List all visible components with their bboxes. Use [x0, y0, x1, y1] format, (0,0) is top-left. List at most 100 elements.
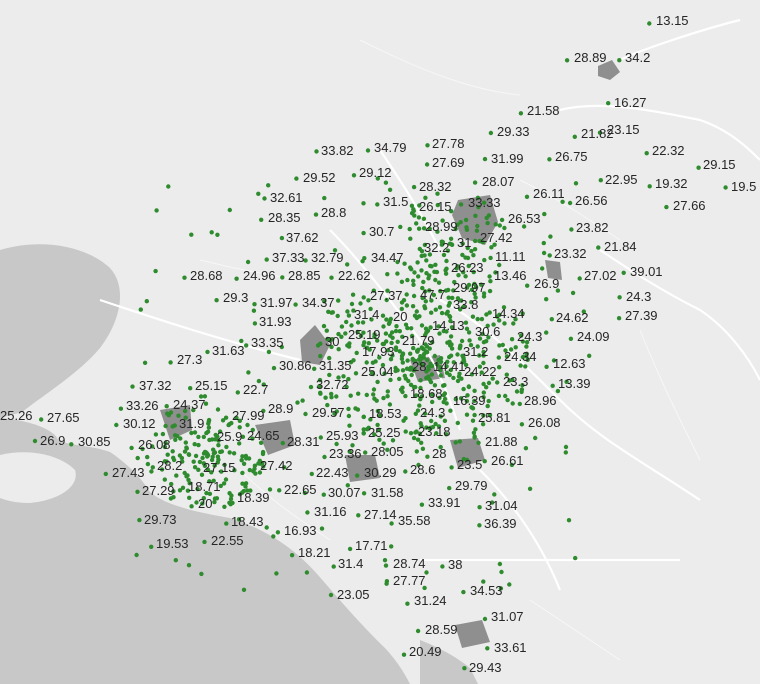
- observation-marker[interactable]: [544, 364, 549, 369]
- observation-marker[interactable]: [215, 407, 221, 412]
- observation-marker[interactable]: [361, 201, 366, 206]
- observation-marker[interactable]: [485, 646, 490, 651]
- observation-marker[interactable]: [598, 178, 603, 183]
- observation-marker[interactable]: [433, 307, 438, 312]
- observation-marker[interactable]: [173, 437, 178, 442]
- observation-marker[interactable]: [464, 412, 470, 417]
- observation-marker[interactable]: [644, 151, 649, 156]
- observation-marker[interactable]: [500, 342, 505, 348]
- observation-marker[interactable]: [541, 240, 546, 246]
- observation-marker[interactable]: [183, 440, 188, 445]
- observation-marker[interactable]: [424, 271, 429, 276]
- observation-marker[interactable]: [220, 418, 226, 423]
- observation-marker[interactable]: [409, 211, 415, 216]
- observation-marker[interactable]: [524, 194, 530, 199]
- observation-marker[interactable]: [416, 215, 422, 220]
- observation-marker[interactable]: [527, 486, 533, 491]
- observation-marker[interactable]: [664, 204, 669, 210]
- observation-marker[interactable]: [361, 491, 367, 496]
- observation-marker[interactable]: [549, 317, 554, 322]
- observation-marker[interactable]: [346, 313, 352, 318]
- observation-marker[interactable]: [479, 316, 485, 322]
- observation-marker[interactable]: [471, 253, 476, 258]
- observation-marker[interactable]: [616, 316, 622, 321]
- observation-marker[interactable]: [346, 413, 352, 419]
- observation-marker[interactable]: [432, 269, 437, 274]
- observation-marker[interactable]: [412, 270, 417, 275]
- observation-marker[interactable]: [404, 292, 409, 297]
- observation-marker[interactable]: [509, 337, 515, 342]
- observation-marker[interactable]: [244, 343, 249, 348]
- observation-marker[interactable]: [488, 279, 493, 284]
- observation-marker[interactable]: [497, 223, 502, 228]
- observation-marker[interactable]: [408, 351, 413, 356]
- observation-marker[interactable]: [271, 534, 276, 539]
- observation-marker[interactable]: [407, 226, 412, 232]
- observation-marker[interactable]: [277, 488, 282, 493]
- observation-marker[interactable]: [564, 58, 570, 63]
- observation-marker[interactable]: [206, 425, 212, 430]
- observation-marker[interactable]: [322, 195, 327, 201]
- observation-marker[interactable]: [544, 297, 549, 302]
- observation-marker[interactable]: [383, 180, 389, 185]
- observation-marker[interactable]: [280, 275, 285, 280]
- observation-marker[interactable]: [448, 334, 454, 339]
- observation-marker[interactable]: [444, 258, 449, 264]
- observation-marker[interactable]: [381, 395, 386, 401]
- observation-marker[interactable]: [385, 394, 390, 399]
- observation-marker[interactable]: [484, 385, 489, 390]
- observation-marker[interactable]: [449, 465, 454, 470]
- observation-marker[interactable]: [458, 202, 464, 207]
- map-view[interactable]: 13.15 28.89 34.2 16.27 21.58 29.33 21.82 23.15 3…: [0, 0, 760, 684]
- observation-marker[interactable]: [493, 222, 498, 227]
- observation-marker[interactable]: [395, 339, 400, 344]
- observation-marker[interactable]: [193, 453, 199, 459]
- observation-marker[interactable]: [323, 395, 328, 400]
- observation-marker[interactable]: [182, 275, 187, 280]
- observation-marker[interactable]: [334, 394, 339, 399]
- observation-marker[interactable]: [415, 260, 420, 265]
- observation-marker[interactable]: [567, 200, 573, 206]
- observation-marker[interactable]: [162, 477, 167, 482]
- observation-marker[interactable]: [428, 379, 434, 385]
- observation-marker[interactable]: [403, 429, 408, 434]
- observation-marker[interactable]: [426, 276, 431, 281]
- observation-marker[interactable]: [32, 438, 38, 444]
- observation-marker[interactable]: [503, 393, 508, 399]
- observation-marker[interactable]: [419, 268, 424, 273]
- observation-marker[interactable]: [421, 279, 426, 285]
- observation-marker[interactable]: [496, 355, 501, 360]
- observation-marker[interactable]: [241, 587, 247, 592]
- observation-marker[interactable]: [409, 326, 414, 331]
- observation-marker[interactable]: [245, 259, 251, 265]
- observation-marker[interactable]: [69, 442, 74, 447]
- observation-marker[interactable]: [405, 277, 410, 283]
- observation-marker[interactable]: [170, 449, 175, 454]
- observation-marker[interactable]: [514, 389, 520, 394]
- observation-marker[interactable]: [114, 422, 119, 428]
- observation-marker[interactable]: [484, 215, 489, 221]
- observation-marker[interactable]: [175, 433, 180, 439]
- observation-marker[interactable]: [355, 473, 360, 478]
- observation-marker[interactable]: [280, 440, 285, 446]
- observation-marker[interactable]: [486, 398, 491, 404]
- observation-marker[interactable]: [324, 328, 329, 333]
- observation-marker[interactable]: [174, 473, 179, 478]
- observation-marker[interactable]: [444, 266, 449, 271]
- observation-marker[interactable]: [461, 386, 466, 392]
- observation-marker[interactable]: [205, 454, 210, 459]
- observation-marker[interactable]: [321, 492, 326, 497]
- observation-marker[interactable]: [223, 477, 229, 482]
- observation-marker[interactable]: [426, 367, 431, 372]
- observation-marker[interactable]: [467, 338, 472, 343]
- observation-marker[interactable]: [429, 310, 434, 315]
- observation-marker[interactable]: [137, 517, 142, 523]
- observation-marker[interactable]: [696, 165, 701, 170]
- observation-marker[interactable]: [245, 422, 250, 428]
- observation-marker[interactable]: [361, 295, 366, 300]
- observation-marker[interactable]: [394, 324, 399, 329]
- observation-marker[interactable]: [398, 387, 404, 392]
- observation-marker[interactable]: [295, 400, 300, 405]
- observation-marker[interactable]: [149, 469, 154, 474]
- observation-marker[interactable]: [411, 184, 417, 190]
